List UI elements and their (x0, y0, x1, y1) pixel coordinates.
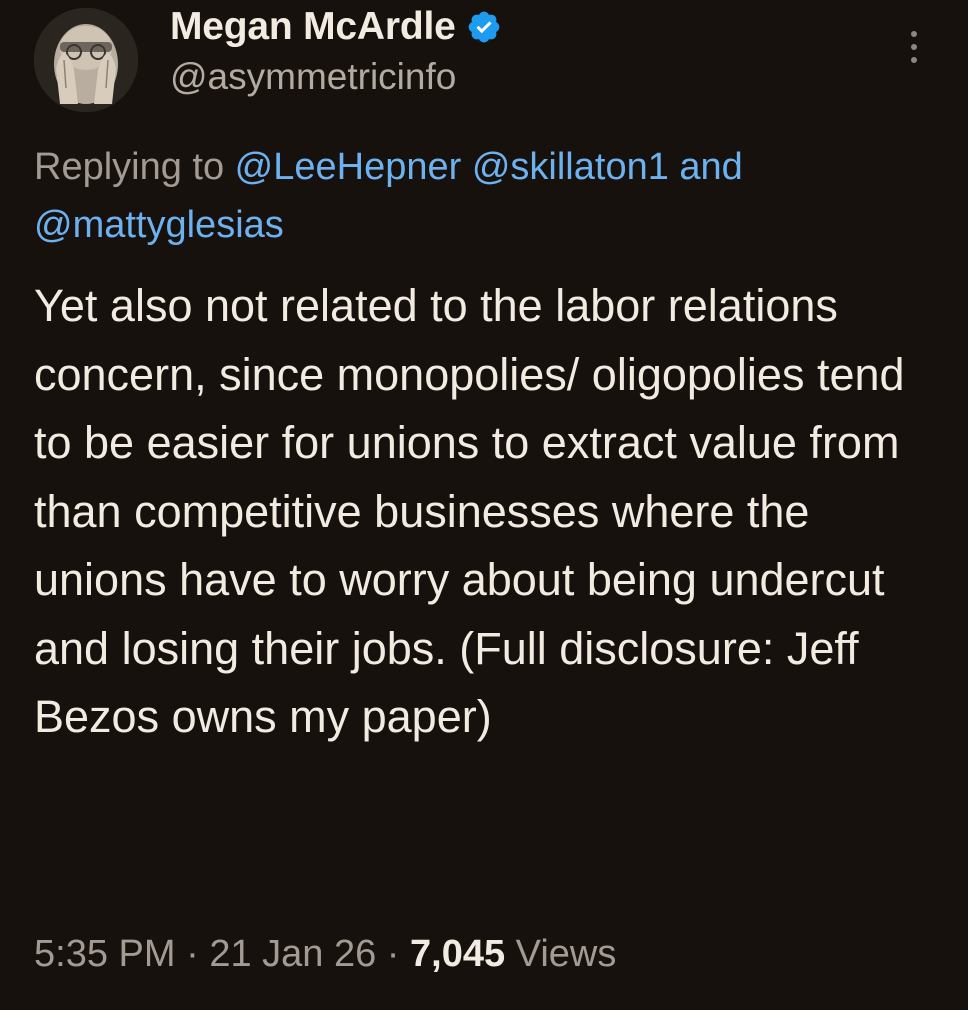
views-label: Views (505, 932, 617, 975)
mention-leehepner[interactable]: @LeeHepner (235, 146, 462, 188)
more-dot (911, 57, 917, 63)
verified-badge-icon[interactable] (466, 9, 502, 45)
avatar-image (34, 8, 138, 112)
author-handle[interactable]: @asymmetricinfo (170, 56, 456, 98)
tweet-time[interactable]: 5:35 PM (34, 933, 176, 976)
meta-separator: · (175, 932, 210, 975)
reply-space (461, 146, 472, 188)
mention-conjunction[interactable]: and (669, 146, 742, 188)
more-dot (911, 44, 917, 50)
tweet-meta: 5:35 PM · 21 Jan 26 · 7,045 Views (34, 924, 616, 984)
tweet-date[interactable]: 21 Jan 26 (209, 933, 376, 976)
reply-context: Replying to @LeeHepner @skillaton1 and @m… (34, 138, 934, 254)
meta-separator: · (376, 932, 411, 975)
author-display-name[interactable]: Megan McArdle (170, 5, 456, 49)
author-avatar[interactable] (34, 8, 138, 112)
reply-prefix: Replying to (34, 146, 235, 188)
tweet-card: Megan McArdle @asymmetricinfo Replying t… (0, 0, 968, 1010)
more-options-icon[interactable] (898, 22, 930, 72)
views-count[interactable]: 7,045 (410, 933, 505, 976)
mention-skillaton1[interactable]: @skillaton1 (472, 146, 669, 188)
author-name-row: Megan McArdle (170, 2, 502, 52)
more-dot (911, 31, 917, 37)
mention-mattyglesias[interactable]: @mattyglesias (34, 204, 284, 246)
tweet-text: Yet also not related to the labor relati… (34, 280, 905, 742)
